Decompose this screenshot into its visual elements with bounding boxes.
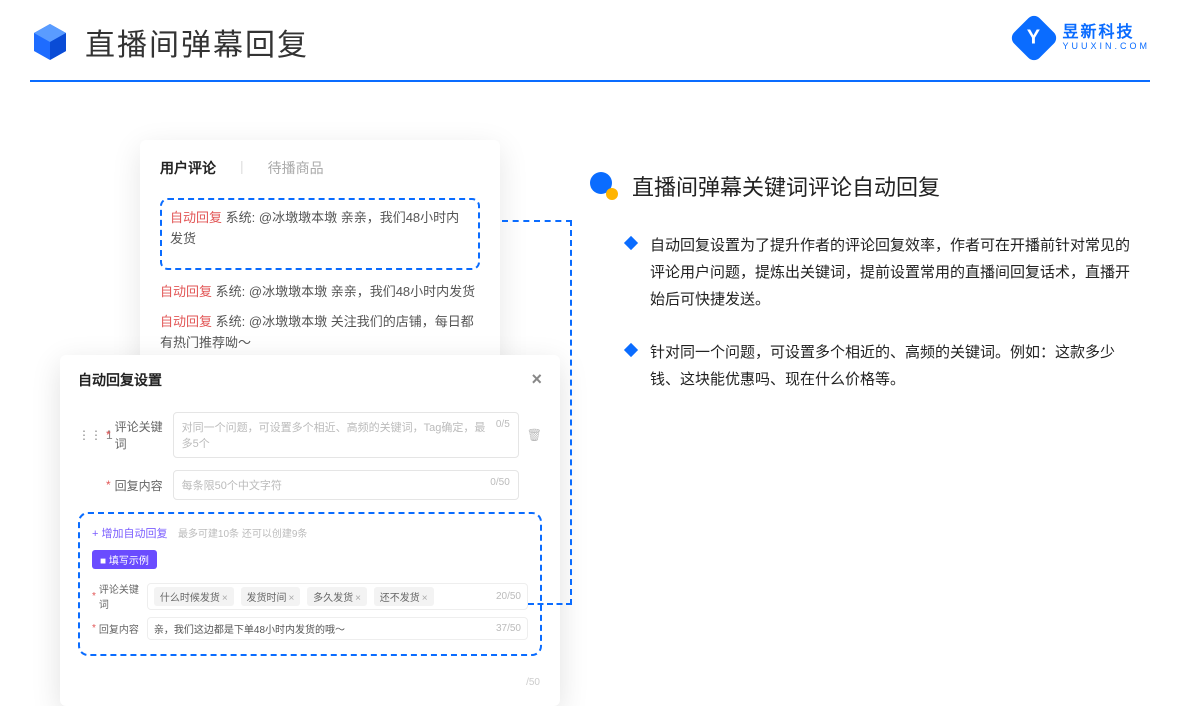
bubble-icon — [590, 172, 618, 200]
example-content-row: *回复内容 亲，我们这边都是下单48小时内发货的哦～ 37/50 — [92, 617, 528, 640]
trash-icon[interactable]: 🗑 — [527, 428, 542, 442]
modal-title: 自动回复设置 — [78, 370, 162, 390]
reply-item: 自动回复 系统: @冰墩墩本墩 亲亲，我们48小时内发货 — [160, 282, 480, 303]
keyword-chip: 什么时候发货× — [154, 587, 234, 606]
cube-icon — [30, 22, 70, 62]
keyword-chip: 还不发货× — [374, 587, 434, 606]
tab-divider: | — [240, 158, 244, 178]
brand-mark-icon: Y — [1009, 13, 1060, 64]
add-hint: 最多可建10条 还可以创建9条 — [178, 529, 307, 540]
row-index: ⋮⋮ 1 — [78, 428, 106, 442]
description-panel: 直播间弹幕关键词评论自动回复 自动回复设置为了提升作者的评论回复效率，作者可在开… — [590, 170, 1130, 419]
bullet-item: 自动回复设置为了提升作者的评论回复效率，作者可在开播前针对常见的评论用户问题，提… — [590, 232, 1130, 313]
close-icon[interactable]: × — [531, 369, 542, 390]
keyword-chip: 发货时间× — [241, 587, 301, 606]
keyword-row: ⋮⋮ 1 *评论关键词 对同一个问题，可设置多个相近、高频的关键词，Tag确定，… — [78, 412, 542, 458]
example-badge: ■ 填写示例 — [92, 550, 157, 569]
tab-pending-goods[interactable]: 待播商品 — [268, 158, 324, 178]
content-row: *回复内容 每条限50个中文字符0/50 🗑 — [78, 470, 542, 500]
brand-logo: Y 昱新科技 YUUXIN.COM — [1016, 20, 1150, 56]
example-keyword-input[interactable]: 什么时候发货× 发货时间× 多久发货× 还不发货× 20/50 — [147, 583, 528, 610]
highlighted-reply: 自动回复 系统: @冰墩墩本墩 亲亲，我们48小时内发货 — [160, 198, 480, 270]
brand-name-en: YUUXIN.COM — [1062, 42, 1150, 52]
content-label: 回复内容 — [115, 477, 173, 494]
brand-name-cn: 昱新科技 — [1062, 24, 1150, 42]
diamond-icon — [624, 236, 638, 250]
auto-reply-settings-modal: 自动回复设置 × ⋮⋮ 1 *评论关键词 对同一个问题，可设置多个相近、高频的关… — [60, 355, 560, 706]
page-header: 直播间弹幕回复 — [0, 0, 1180, 64]
comment-tabs: 用户评论 | 待播商品 — [160, 158, 480, 178]
keyword-chip: 多久发货× — [307, 587, 367, 606]
bullet-text: 针对同一个问题，可设置多个相近的、高频的关键词。例如：这款多少钱、这块能优惠吗、… — [650, 339, 1130, 393]
keyword-label: 评论关键词 — [115, 418, 173, 452]
diamond-icon — [624, 343, 638, 357]
connector-line — [502, 220, 572, 222]
section-title: 直播间弹幕关键词评论自动回复 — [632, 170, 940, 202]
auto-reply-tag: 自动回复 — [170, 210, 222, 225]
section-heading: 直播间弹幕关键词评论自动回复 — [590, 170, 1130, 202]
ghost-counter: /50 — [526, 677, 540, 688]
example-content-input[interactable]: 亲，我们这边都是下单48小时内发货的哦～ 37/50 — [147, 617, 528, 640]
tab-user-comments[interactable]: 用户评论 — [160, 158, 216, 178]
reply-item: 自动回复 系统: @冰墩墩本墩 关注我们的店铺，每日都有热门推荐呦～ — [160, 312, 480, 354]
connector-line — [570, 220, 572, 605]
header-divider — [30, 80, 1150, 82]
bullet-text: 自动回复设置为了提升作者的评论回复效率，作者可在开播前针对常见的评论用户问题，提… — [650, 232, 1130, 313]
example-box: + 增加自动回复 最多可建10条 还可以创建9条 ■ 填写示例 *评论关键词 什… — [78, 512, 542, 656]
bullet-item: 针对同一个问题，可设置多个相近的、高频的关键词。例如：这款多少钱、这块能优惠吗、… — [590, 339, 1130, 393]
example-keyword-row: *评论关键词 什么时候发货× 发货时间× 多久发货× 还不发货× 20/50 — [92, 581, 528, 611]
keyword-input[interactable]: 对同一个问题，可设置多个相近、高频的关键词，Tag确定，最多5个0/5 — [173, 412, 519, 458]
page-title: 直播间弹幕回复 — [85, 20, 309, 64]
add-auto-reply-link[interactable]: + 增加自动回复 — [92, 528, 167, 540]
content-input[interactable]: 每条限50个中文字符0/50 — [173, 470, 519, 500]
